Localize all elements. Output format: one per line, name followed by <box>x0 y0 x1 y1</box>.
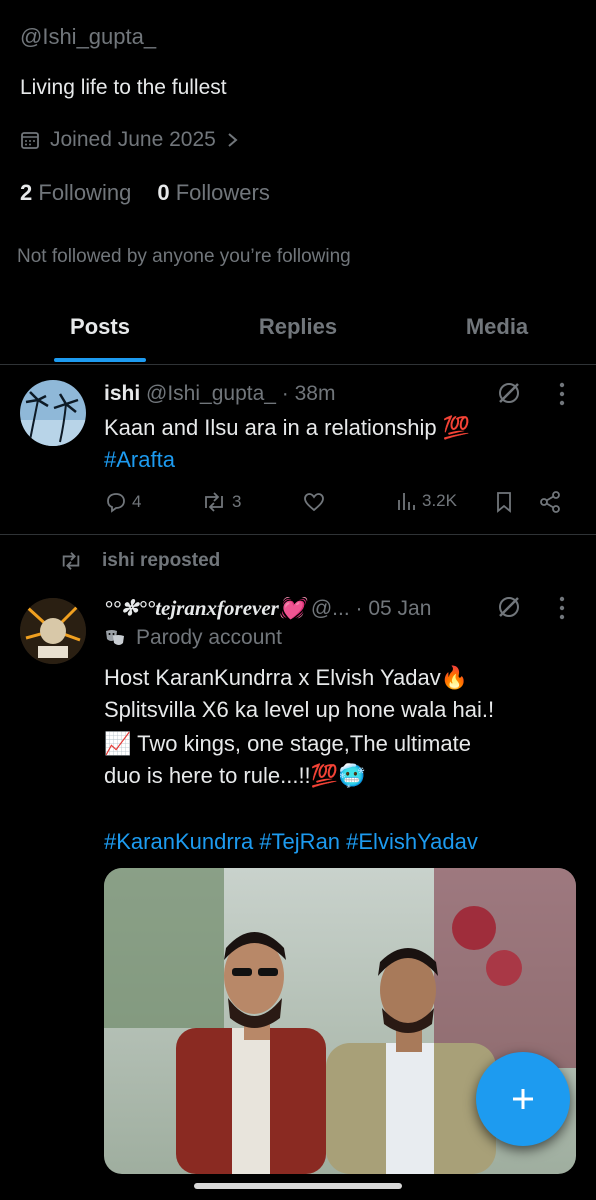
post-author-name[interactable]: ishi <box>104 382 140 405</box>
reply-count: 4 <box>132 492 142 511</box>
chevron-right-icon <box>226 130 240 150</box>
tab-replies[interactable]: Replies <box>238 314 358 340</box>
views-icon <box>398 493 415 510</box>
reply-button[interactable]: 4 <box>104 490 141 514</box>
parody-text: Parody account <box>136 626 282 649</box>
following-link[interactable]: 2 Following <box>20 180 131 206</box>
post-text-line: duo is here to rule...!!💯🥶 <box>104 763 366 788</box>
plus-icon <box>508 1084 538 1114</box>
post-author-name[interactable]: °°✼°°tejranxforever💓 <box>104 596 305 620</box>
more-options-icon[interactable] <box>556 380 568 408</box>
bookmark-icon <box>497 492 511 513</box>
parody-label: Parody account <box>104 626 282 650</box>
following-count: 2 <box>20 180 33 205</box>
repost-label: ishi reposted <box>102 550 221 571</box>
share-button[interactable] <box>538 490 562 514</box>
avatar[interactable] <box>20 380 86 446</box>
post-hashtag[interactable]: #Arafta <box>104 444 175 476</box>
repost-indicator[interactable]: ishi reposted <box>58 550 220 572</box>
more-options-icon[interactable] <box>556 594 568 622</box>
post-actions: 4 3 3.2K <box>104 490 574 524</box>
joined-label: Joined June 2025 <box>50 128 216 151</box>
like-button[interactable] <box>302 490 326 514</box>
avatar[interactable] <box>20 598 86 664</box>
post-text-line: 📈 Two kings, one stage,The ultimate <box>104 731 471 756</box>
profile-tabs: Posts Replies Media <box>0 300 596 365</box>
post-author-handle[interactable]: @Ishi_gupta_ <box>146 382 276 405</box>
share-icon <box>540 491 560 513</box>
grok-icon[interactable] <box>496 380 522 406</box>
repost-icon <box>58 550 84 572</box>
following-label: Following <box>38 180 132 205</box>
post-time: · 38m <box>281 382 336 405</box>
calendar-icon <box>20 130 40 150</box>
followers-count: 0 <box>157 180 170 205</box>
views-button[interactable]: 3.2K <box>396 490 457 512</box>
post-text: Kaan and Ilsu ara in a relationship 💯 <box>104 415 471 440</box>
tab-media[interactable]: Media <box>444 314 550 340</box>
profile-bio: Living life to the fullest <box>20 76 227 99</box>
post-time: · 05 Jan <box>355 597 432 620</box>
post-text-line: Host KaranKundrra x Elvish Yadav🔥 <box>104 665 469 690</box>
post-divider <box>0 534 596 535</box>
bookmark-button[interactable] <box>494 490 514 514</box>
not-followed-notice: Not followed by anyone you’re following <box>17 246 351 267</box>
profile-handle: @Ishi_gupta_ <box>20 24 157 49</box>
active-tab-indicator <box>54 358 146 362</box>
repost-count: 3 <box>232 492 242 511</box>
heart-icon <box>304 493 324 512</box>
followers-label: Followers <box>175 180 270 205</box>
post-author-handle[interactable]: @... <box>311 597 350 620</box>
grok-icon[interactable] <box>496 594 522 620</box>
followers-link[interactable]: 0 Followers <box>157 180 270 206</box>
tab-posts[interactable]: Posts <box>54 314 146 340</box>
post-hashtags[interactable]: #KaranKundrra #TejRan #ElvishYadav <box>104 826 478 858</box>
repost-button[interactable]: 3 <box>200 490 241 514</box>
home-indicator[interactable] <box>194 1183 402 1189</box>
compose-button[interactable] <box>476 1052 570 1146</box>
reply-icon <box>107 493 125 513</box>
repost-icon <box>205 492 223 512</box>
post-text-line: Splitsvilla X6 ka level up hone wala hai… <box>104 697 495 722</box>
views-count: 3.2K <box>422 491 457 510</box>
joined-date[interactable]: Joined June 2025 <box>20 128 240 152</box>
masks-icon <box>104 627 126 649</box>
